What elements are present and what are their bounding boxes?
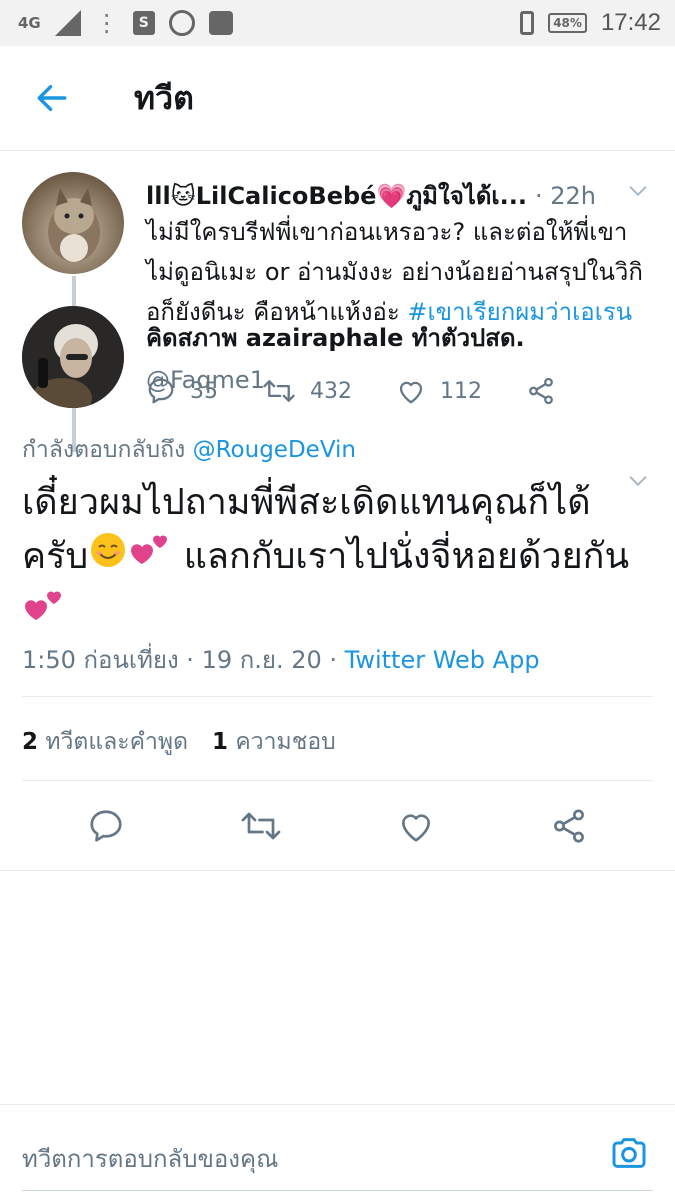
- app-header: ทวีต: [0, 46, 675, 151]
- share-button[interactable]: [526, 376, 556, 406]
- shop-icon: S: [132, 11, 155, 35]
- whatsapp-icon: [168, 10, 195, 36]
- tweet-text: ไม่มีใครบรีฟพี่เขาก่อนเหรอวะ? และต่อให้พ…: [146, 212, 646, 332]
- heart-icon[interactable]: [397, 807, 435, 845]
- mention-link[interactable]: @RougeDeVin: [193, 437, 356, 463]
- input-underline: [22, 1190, 653, 1191]
- network-type: 4G: [18, 14, 41, 32]
- camera-icon[interactable]: [609, 1133, 649, 1173]
- share-icon[interactable]: [550, 807, 588, 845]
- author-name[interactable]: lll🐱LilCalicoBebé💗ภูมิใจได้เ...: [146, 176, 527, 215]
- reply-composer: ทวีตการตอบกลับของคุณ: [0, 1104, 675, 1201]
- author-name[interactable]: คิดสภาพ azairaphale ทำตัวปสด.: [146, 318, 525, 357]
- two-hearts-emoji: [22, 586, 66, 642]
- tweet-stats: 2 ทวีตและคำพูด 1 ความชอบ: [22, 724, 336, 760]
- tweet-timestamp: 1:50 ก่อนเที่ยง · 19 ก.ย. 20 ·: [22, 646, 345, 674]
- retweet-stat-count: 2: [22, 729, 39, 755]
- avatar[interactable]: [22, 306, 124, 408]
- replying-to: กำลังตอบกลับถึง @RougeDeVin: [22, 432, 356, 468]
- app-notification-icon: [208, 11, 233, 35]
- like-stat-label: ความชอบ: [235, 729, 336, 755]
- avatar[interactable]: [22, 172, 124, 274]
- like-stat-count: 1: [212, 729, 229, 755]
- like-stat[interactable]: 1 ความชอบ: [212, 724, 336, 760]
- main-tweet-actions: [0, 790, 675, 862]
- tweet-time: · 22h: [534, 181, 596, 210]
- back-button[interactable]: [0, 46, 104, 150]
- tweet-text: เดี๋ยวผมไปถามพี่พีสะเดิดแทนคุณก็ได้ครับ …: [22, 476, 652, 642]
- retweet-icon[interactable]: [240, 807, 282, 845]
- tweet-body-cont: แลกกับเราไปนั่งจี่หอยด้วยกัน: [172, 536, 630, 577]
- retweet-icon: [263, 380, 295, 402]
- two-hearts-emoji: [128, 530, 172, 586]
- tweet-header: lll🐱LilCalicoBebé💗ภูมิใจได้เ... · 22h: [146, 176, 606, 215]
- reply-input[interactable]: ทวีตการตอบกลับของคุณ: [22, 1139, 278, 1178]
- replying-prefix: กำลังตอบกลับถึง: [22, 437, 186, 463]
- battery-indicator: 48%: [548, 13, 587, 33]
- heart-icon: [399, 381, 423, 404]
- status-bar: 4G ⋮ S 48% 17:42: [0, 0, 675, 46]
- parent-tweet[interactable]: lll🐱LilCalicoBebé💗ภูมิใจได้เ... · 22h ไม…: [0, 150, 675, 452]
- chevron-down-icon[interactable]: [627, 180, 649, 202]
- source-link[interactable]: Twitter Web App: [345, 646, 540, 674]
- more-dots-icon: ⋮: [94, 9, 119, 37]
- divider: [0, 870, 675, 871]
- like-count: 112: [440, 378, 482, 404]
- divider: [22, 780, 653, 781]
- vibrate-icon: [520, 11, 535, 35]
- author-handle[interactable]: @Faqme1: [146, 366, 265, 394]
- retweet-count: 432: [310, 378, 352, 404]
- smiling-face-emoji: [88, 530, 128, 586]
- retweet-stat[interactable]: 2 ทวีตและคำพูด: [22, 724, 188, 760]
- divider: [22, 696, 653, 697]
- share-icon: [529, 377, 553, 405]
- retweet-button[interactable]: 432: [262, 376, 352, 406]
- clock: 17:42: [600, 9, 661, 36]
- signal-icon: [54, 10, 81, 36]
- reply-icon[interactable]: [87, 807, 125, 845]
- tweet-meta: 1:50 ก่อนเที่ยง · 19 ก.ย. 20 · Twitter W…: [22, 640, 540, 679]
- retweet-stat-label: ทวีตและคำพูด: [45, 729, 189, 755]
- like-button[interactable]: 112: [396, 376, 482, 406]
- page-title: ทวีต: [134, 78, 194, 117]
- arrow-left-icon: [37, 84, 67, 112]
